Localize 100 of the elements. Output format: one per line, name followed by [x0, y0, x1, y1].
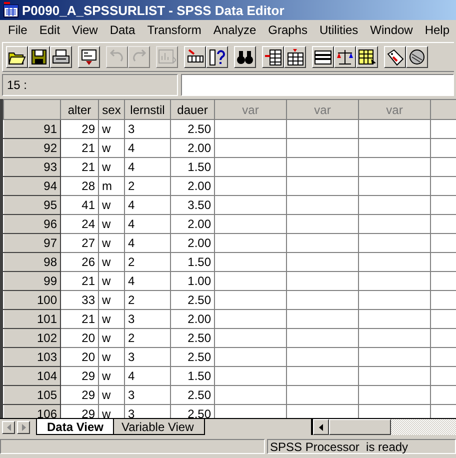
table-cell: 2.00 — [170, 176, 214, 196]
column-header[interactable]: sex — [98, 100, 124, 120]
menu-item[interactable]: Utilities — [313, 23, 364, 37]
save-button[interactable] — [28, 46, 50, 68]
table-cell: 3.50 — [170, 196, 214, 214]
table-cell: 1.00 — [170, 272, 214, 290]
table-cell: 3 — [124, 348, 170, 366]
table-cell: 26 — [60, 252, 98, 272]
insert-column-icon — [286, 48, 304, 66]
status-message: SPSS Processor is ready — [267, 439, 456, 454]
row-header[interactable]: 104 — [4, 366, 60, 386]
column-header[interactable]: alter — [60, 100, 98, 120]
table-cell: 2.00 — [170, 310, 214, 328]
insertvar-button[interactable] — [284, 46, 306, 68]
labels-button[interactable] — [384, 46, 406, 68]
row-header[interactable]: 102 — [4, 328, 60, 348]
row-header[interactable]: 97 — [4, 234, 60, 252]
horizontal-scrollbar[interactable] — [311, 419, 456, 435]
row-header[interactable]: 94 — [4, 176, 60, 196]
table-cell: w — [98, 272, 124, 290]
table-cell: 2.50 — [170, 386, 214, 404]
row-header[interactable]: 93 — [4, 158, 60, 176]
print-button[interactable] — [50, 46, 72, 68]
cell-reference: 15 : — [2, 74, 178, 96]
table-cell: 24 — [60, 214, 98, 234]
row-header[interactable]: 101 — [4, 310, 60, 328]
varinfo-button[interactable] — [206, 46, 228, 68]
menu-item[interactable]: View — [66, 23, 104, 37]
open-button[interactable] — [6, 46, 28, 68]
table-cell: w — [98, 196, 124, 214]
table-cell: 2 — [124, 176, 170, 196]
left-arrow-icon — [6, 424, 10, 431]
table-cell: 27 — [60, 234, 98, 252]
table-cell: 2.50 — [170, 348, 214, 366]
menu-item[interactable]: Analyze — [207, 23, 262, 37]
table-cell: 3 — [124, 386, 170, 404]
table-cell: 21 — [60, 138, 98, 158]
row-header[interactable]: 92 — [4, 138, 60, 158]
table-cell: w — [98, 138, 124, 158]
table-cell: w — [98, 290, 124, 310]
split-button[interactable] — [312, 46, 334, 68]
select-grid-icon — [358, 48, 376, 66]
select-button[interactable] — [356, 46, 378, 68]
row-header[interactable]: 103 — [4, 348, 60, 366]
table-cell: 2.00 — [170, 234, 214, 252]
table-cell: 4 — [124, 196, 170, 214]
variable-help-icon — [208, 48, 226, 66]
view-tab[interactable]: Data View — [36, 419, 114, 435]
row-header[interactable]: 95 — [4, 196, 60, 214]
table-cell: 2 — [124, 290, 170, 310]
find-button[interactable] — [234, 46, 256, 68]
menu-item[interactable]: File — [2, 23, 34, 37]
table-cell: 4 — [124, 234, 170, 252]
tag-icon — [386, 48, 404, 66]
window-title: P0090_A_SPSSURLIST - SPSS Data Editor — [22, 2, 284, 18]
table-cell: 41 — [60, 196, 98, 214]
scale-icon — [336, 48, 354, 66]
row-header[interactable]: 91 — [4, 120, 60, 138]
insertcase-button[interactable] — [262, 46, 284, 68]
row-header[interactable]: 98 — [4, 252, 60, 272]
column-header[interactable]: dauer — [170, 100, 214, 120]
sets-button[interactable] — [406, 46, 428, 68]
menu-item[interactable]: Transform — [141, 23, 208, 37]
scroll-right-button[interactable] — [17, 421, 30, 434]
row-header[interactable]: 105 — [4, 386, 60, 404]
table-cell: w — [98, 252, 124, 272]
table-cell: 2.50 — [170, 328, 214, 348]
table-cell: w — [98, 234, 124, 252]
row-header[interactable]: 106 — [4, 404, 60, 418]
menu-item[interactable]: Window — [364, 23, 419, 37]
weight-button[interactable] — [334, 46, 356, 68]
table-cell: w — [98, 328, 124, 348]
row-header[interactable]: 96 — [4, 214, 60, 234]
table-cell: 2 — [124, 328, 170, 348]
goto-button[interactable] — [184, 46, 206, 68]
left-arrow-icon — [319, 424, 323, 430]
menu-item[interactable]: Data — [104, 23, 142, 37]
table-cell: 2 — [124, 252, 170, 272]
table-cell: 4 — [124, 138, 170, 158]
table-cell: 29 — [60, 120, 98, 138]
table-cell: 2.00 — [170, 138, 214, 158]
scroll-left-button[interactable] — [2, 421, 15, 434]
dialog-button[interactable] — [78, 46, 100, 68]
table-cell: 29 — [60, 366, 98, 386]
table-cell: 2.50 — [170, 290, 214, 310]
menu-item[interactable]: Edit — [33, 23, 66, 37]
table-cell: 28 — [60, 176, 98, 196]
menu-item[interactable]: Graphs — [262, 23, 314, 37]
menu-item[interactable]: Help — [418, 23, 456, 37]
table-cell: 1.50 — [170, 158, 214, 176]
table-cell: 33 — [60, 290, 98, 310]
table-cell: 1.50 — [170, 366, 214, 386]
column-header[interactable]: lernstil — [124, 100, 170, 120]
row-header[interactable]: 99 — [4, 272, 60, 290]
table-cell: 29 — [60, 386, 98, 404]
monitor-icon — [80, 48, 98, 66]
table-cell: w — [98, 120, 124, 138]
table-cell: 1.50 — [170, 252, 214, 272]
row-header[interactable]: 100 — [4, 290, 60, 310]
cell-editor-field[interactable] — [181, 74, 454, 96]
